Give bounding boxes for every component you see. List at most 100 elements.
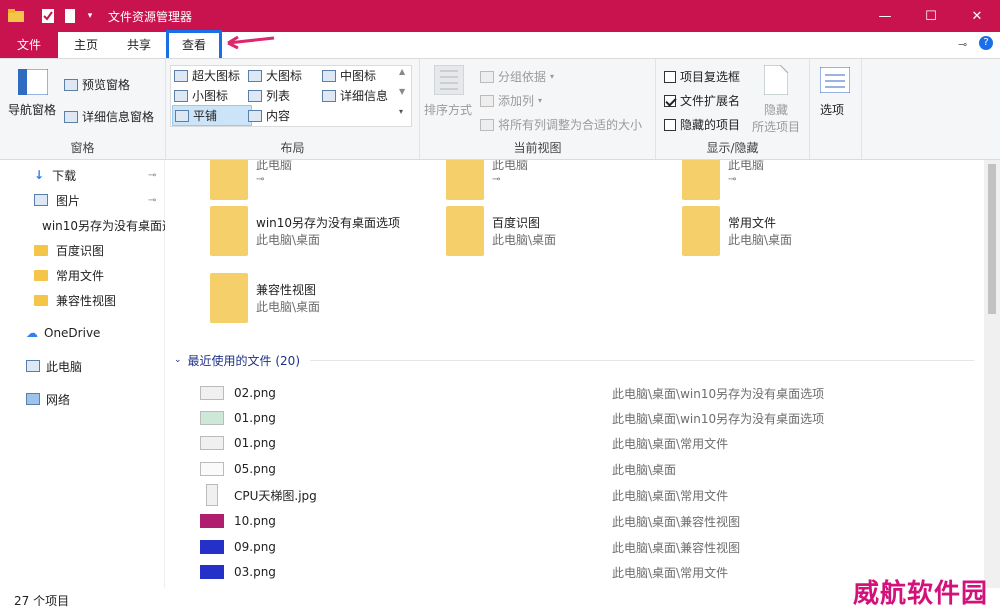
layout-details[interactable]: 详细信息 (322, 87, 388, 104)
nav-pane-icon (18, 69, 48, 95)
image-file-icon (200, 565, 224, 579)
item-checkboxes-toggle[interactable]: 项目复选框 (664, 68, 740, 85)
group-by-icon (480, 70, 494, 83)
image-file-icon (200, 436, 224, 450)
nav-item-this-pc[interactable]: 此电脑 (0, 354, 165, 378)
file-extensions-toggle[interactable]: 文件扩展名 (664, 92, 740, 109)
pin-icon: ⊸ (492, 174, 501, 185)
list-item[interactable]: 03.png 此电脑\桌面\常用文件 (200, 559, 960, 585)
minimize-button[interactable]: — (862, 0, 908, 32)
folder-icon (210, 206, 248, 256)
folder-icon (34, 244, 48, 256)
pictures-icon (34, 194, 48, 206)
folder-icon (682, 206, 720, 256)
list-item[interactable]: 02.png 此电脑\桌面\win10另存为没有桌面选项 (200, 380, 960, 406)
hide-selected-icon (764, 65, 788, 95)
item-checkboxes-checkbox[interactable] (664, 70, 676, 83)
details-pane-button[interactable]: 详细信息窗格 (64, 108, 154, 125)
nav-item-downloads[interactable]: ↓ 下载 ⊸ (0, 163, 165, 187)
hidden-items-checkbox[interactable] (664, 118, 676, 131)
image-file-icon (200, 386, 224, 400)
recent-files-header[interactable]: ⌄ 最近使用的文件 (20) (174, 350, 974, 370)
nav-pane-button[interactable]: 导航窗格 (8, 101, 56, 118)
tab-file[interactable]: 文件 (0, 32, 58, 58)
downloads-folder-icon (446, 160, 484, 200)
tab-share[interactable]: 共享 (115, 32, 163, 58)
hide-selected-label-1[interactable]: 隐藏 (764, 101, 788, 118)
tile-item[interactable]: 百度识图 此电脑\桌面 (446, 206, 676, 264)
tile-item[interactable]: 兼容性视图 此电脑\桌面 (210, 273, 440, 331)
nav-item-onedrive[interactable]: ☁ OneDrive (0, 321, 165, 345)
layout-large-icons[interactable]: 大图标 (248, 67, 302, 84)
tile-item[interactable]: 此电脑 ⊸ (682, 160, 912, 208)
preview-pane-button[interactable]: 预览窗格 (64, 76, 130, 93)
pin-icon[interactable]: ⊸ (148, 170, 156, 181)
ribbon-tabs: 文件 主页 共享 查看 ⊸ ? (0, 30, 1000, 58)
explorer-icon[interactable] (8, 8, 24, 24)
group-layout: 超大图标 大图标 中图标 小图标 列表 详细信息 平铺 内容 ▲ ▼ ▾ 布局 (166, 59, 420, 159)
folder-icon (210, 273, 248, 323)
tile-item[interactable]: 此电脑 ⊸ (446, 160, 676, 208)
computer-icon (26, 360, 40, 372)
layout-tiles[interactable]: 平铺 (172, 105, 253, 126)
nav-item-folder[interactable]: 常用文件 (0, 263, 165, 287)
hidden-items-toggle[interactable]: 隐藏的项目 (664, 116, 740, 133)
properties-icon[interactable] (40, 8, 56, 24)
medium-icons-icon (322, 69, 336, 82)
list-item[interactable]: 10.png 此电脑\桌面\兼容性视图 (200, 508, 960, 534)
nav-item-folder[interactable]: 百度识图 (0, 238, 165, 262)
layout-small-icons[interactable]: 小图标 (174, 87, 228, 104)
close-button[interactable]: ✕ (954, 0, 1000, 32)
gallery-scroll-down-icon[interactable]: ▼ (399, 87, 405, 96)
tab-home[interactable]: 主页 (62, 32, 110, 58)
options-icon (820, 67, 850, 93)
gallery-expand-icon[interactable]: ▾ (399, 107, 403, 116)
nav-item-folder[interactable]: 兼容性视图 (0, 288, 165, 312)
list-item[interactable]: 09.png 此电脑\桌面\兼容性视图 (200, 534, 960, 560)
list-item[interactable]: CPU天梯图.jpg 此电脑\桌面\常用文件 (200, 482, 960, 508)
group-label-show-hide: 显示/隐藏 (706, 141, 759, 155)
nav-item-pictures[interactable]: 图片 ⊸ (0, 188, 165, 212)
vertical-scrollbar[interactable] (984, 160, 1000, 588)
pin-icon[interactable]: ⊸ (148, 195, 156, 206)
gallery-scroll-up-icon[interactable]: ▲ (399, 67, 405, 76)
tile-item[interactable]: 此电脑 ⊸ (210, 160, 440, 208)
chevron-down-icon: ⌄ (174, 355, 182, 365)
layout-content[interactable]: 内容 (248, 107, 290, 124)
network-icon (26, 393, 40, 405)
scrollbar-thumb[interactable] (988, 164, 996, 314)
file-extensions-checkbox[interactable] (664, 94, 676, 107)
tile-item[interactable]: win10另存为没有桌面选项 此电脑\桌面 (210, 206, 440, 264)
group-by-button[interactable]: 分组依据 ▾ (480, 68, 554, 85)
nav-item-network[interactable]: 网络 (0, 387, 165, 411)
qa-dropdown-icon[interactable]: ▾ (82, 8, 98, 24)
pictures-folder-icon (682, 160, 720, 200)
maximize-button[interactable]: ☐ (908, 0, 954, 32)
list-icon (248, 89, 262, 102)
group-label-current-view: 当前视图 (513, 141, 562, 155)
layout-list[interactable]: 列表 (248, 87, 290, 104)
group-panes: 导航窗格 预览窗格 详细信息窗格 窗格 (0, 59, 166, 159)
nav-item-folder[interactable]: win10另存为没有桌面选项 (0, 213, 165, 237)
size-all-columns-button[interactable]: 将所有列调整为合适的大小 (480, 116, 642, 133)
options-button[interactable]: 选项 (820, 101, 844, 118)
sort-by-icon (434, 65, 464, 95)
extra-large-icons-icon (174, 69, 188, 82)
add-column-icon (480, 94, 494, 107)
hide-selected-label-2[interactable]: 所选项目 (752, 118, 800, 135)
list-item[interactable]: 05.png 此电脑\桌面 (200, 456, 960, 482)
layout-medium-icons[interactable]: 中图标 (322, 67, 376, 84)
content-icon (248, 109, 262, 122)
new-folder-icon[interactable] (62, 8, 78, 24)
tile-item[interactable]: 常用文件 此电脑\桌面 (682, 206, 912, 264)
add-column-button[interactable]: 添加列 ▾ (480, 92, 542, 109)
tab-view[interactable]: 查看 (166, 30, 222, 58)
layout-extra-large-icons[interactable]: 超大图标 (174, 67, 240, 84)
sort-by-button[interactable]: 排序方式 (424, 101, 472, 118)
file-list: 此电脑 ⊸ 此电脑 ⊸ 此电脑 ⊸ win10另存为没有桌面选项 此电脑\桌面 百度识图… (166, 160, 984, 588)
list-item[interactable]: 01.png 此电脑\桌面\常用文件 (200, 430, 960, 456)
navigation-pane: ↓下载⊸ 图片⊸ win10另存为没有桌面选项 百度识图 常用文件 兼容性视图 … (0, 160, 165, 588)
list-item[interactable]: 01.png 此电脑\桌面\win10另存为没有桌面选项 (200, 405, 960, 431)
pin-ribbon-icon[interactable]: ⊸ (958, 38, 967, 51)
help-icon[interactable]: ? (979, 36, 993, 50)
